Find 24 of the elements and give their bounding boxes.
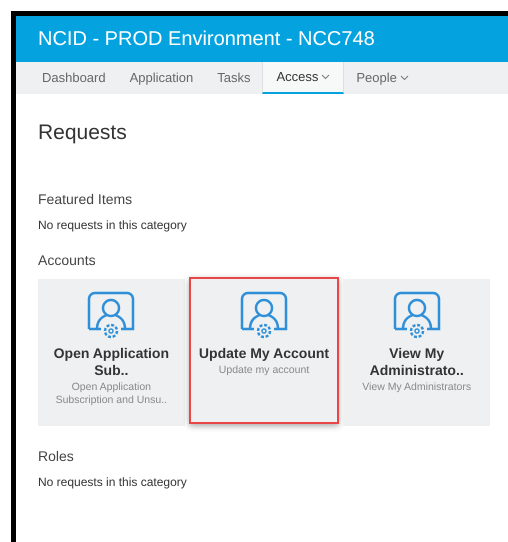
nav-tab[interactable]: Access — [262, 62, 344, 94]
user-gear-icon — [239, 290, 289, 340]
nav-tab[interactable]: Tasks — [205, 62, 262, 94]
request-card[interactable]: Update My Account Update my account — [188, 276, 340, 424]
card-description: Update my account — [218, 364, 310, 376]
page-title: Requests — [38, 120, 128, 146]
card-description: Open Application Subscription and Unsu.. — [54, 380, 168, 406]
section-heading: Roles — [38, 446, 75, 466]
empty-message: No requests in this category — [38, 216, 188, 234]
user-gear-icon — [86, 290, 136, 340]
section-heading: Accounts — [38, 250, 97, 270]
empty-message: No requests in this category — [38, 474, 188, 490]
nav-tab[interactable]: People — [344, 62, 421, 94]
request-card[interactable]: View My Administrato.. View My Administrators — [343, 278, 490, 426]
card-title: Update My Account — [198, 344, 330, 362]
section-heading: Featured Items — [38, 190, 134, 208]
request-card[interactable]: Open Application Sub.. Open Application Subscription and Unsu.. — [38, 278, 185, 426]
card-title: Open Application Sub.. — [52, 344, 170, 378]
nav-tab[interactable]: Application — [118, 62, 206, 94]
app-title: NCID - PROD Environment - NCC748 — [38, 27, 375, 52]
user-gear-icon — [392, 290, 442, 340]
card-title: View My Administrato.. — [368, 344, 465, 378]
nav-tab[interactable]: Dashboard — [30, 62, 118, 94]
card-description: View My Administrators — [361, 380, 472, 394]
